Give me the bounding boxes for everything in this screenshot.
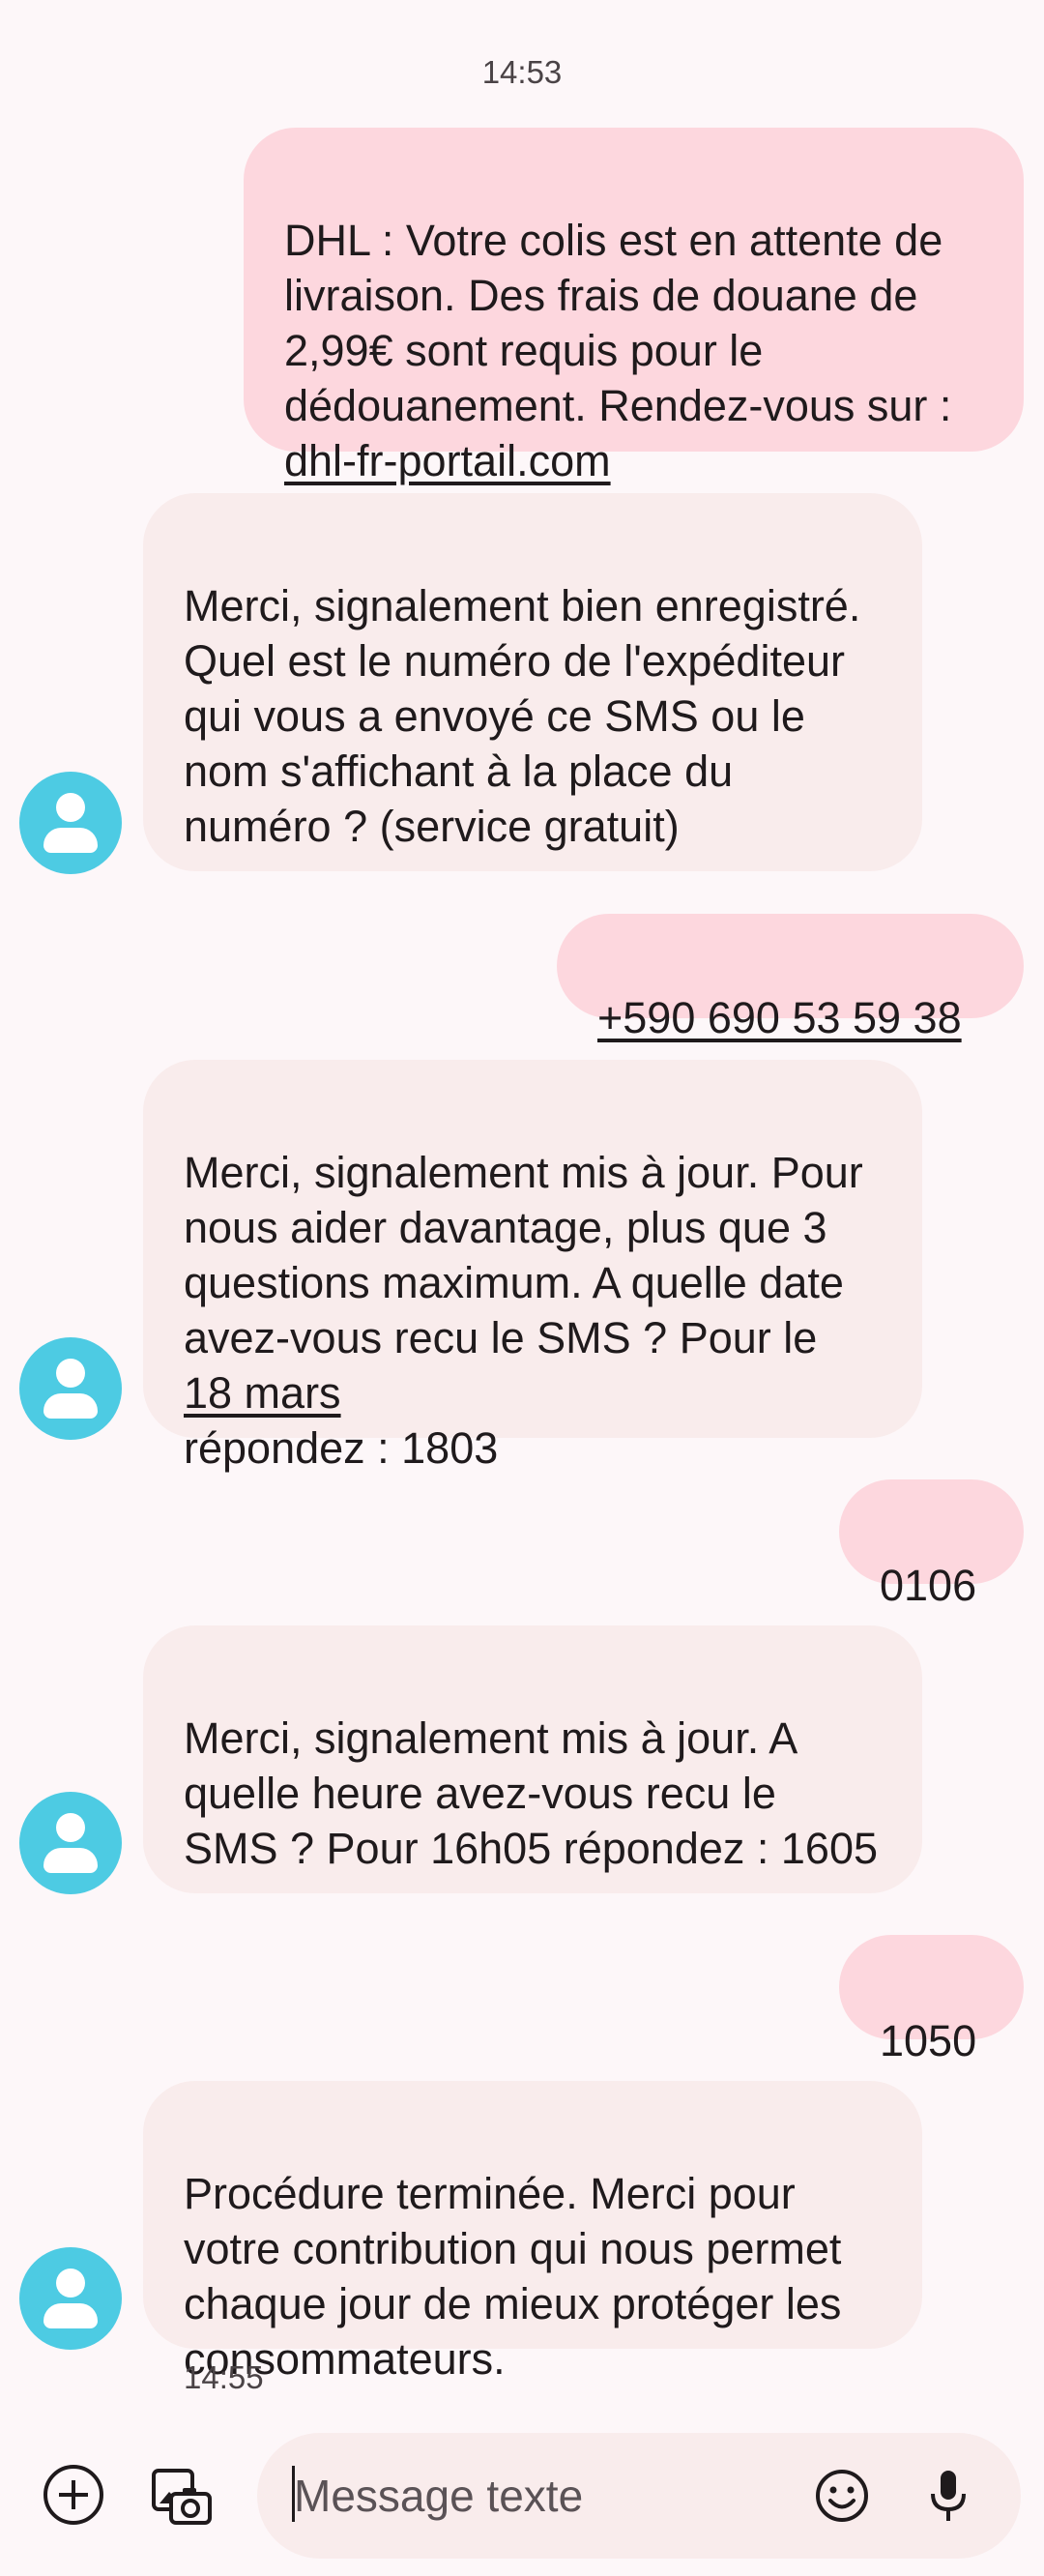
message-incoming[interactable]: Merci, signalement mis à jour. Pour nous… [143, 1060, 922, 1473]
message-text: Merci, signalement mis à jour. Pour nous… [184, 1148, 863, 1362]
emoji-button[interactable] [808, 2462, 876, 2530]
mic-icon [931, 2471, 966, 2521]
add-attachment-button[interactable] [35, 2456, 112, 2533]
contact-avatar[interactable] [19, 772, 122, 874]
add-icon [44, 2465, 103, 2525]
message-input[interactable]: Message texte [257, 2433, 1021, 2559]
message-text: 1050 [880, 2016, 977, 2065]
date-link[interactable]: 18 mars [184, 1368, 341, 1418]
voice-input-button[interactable] [914, 2462, 982, 2530]
message-outgoing[interactable]: 0106 [839, 1479, 1024, 1610]
message-incoming[interactable]: Merci, signalement mis à jour. A quelle … [143, 1625, 922, 1893]
phone-link[interactable]: +590 690 53 59 38 [597, 993, 962, 1042]
message-text: répondez : 1803 [184, 1423, 499, 1473]
message-text: Merci, signalement bien enregistré. Quel… [184, 581, 861, 851]
timestamp-top: 14:53 [481, 54, 563, 90]
message-text: 0106 [880, 1561, 977, 1610]
message-outgoing[interactable]: DHL : Votre colis est en attente de livr… [244, 128, 1024, 485]
timestamp-bottom: 14:55 [184, 2359, 264, 2395]
message-outgoing[interactable]: 1050 [839, 1935, 1024, 2065]
emoji-icon [816, 2470, 868, 2522]
contact-avatar[interactable] [19, 1337, 122, 1440]
message-text: DHL : Votre colis est en attente de livr… [284, 216, 952, 430]
message-incoming[interactable]: Merci, signalement bien enregistré. Quel… [143, 493, 922, 871]
message-incoming[interactable]: Procédure terminée. Merci pour votre con… [143, 2081, 922, 2384]
message-text: Merci, signalement mis à jour. A quelle … [184, 1713, 879, 1873]
message-placeholder: Message texte [294, 2471, 584, 2521]
gallery-icon [152, 2469, 212, 2525]
message-text: Procédure terminée. Merci pour votre con… [184, 2169, 842, 2384]
message-outgoing[interactable]: +590 690 53 59 38 [557, 914, 1024, 1042]
message-link[interactable]: dhl-fr-portail.com [284, 436, 611, 485]
contact-avatar[interactable] [19, 1792, 122, 1894]
contact-avatar[interactable] [19, 2247, 122, 2350]
gallery-button[interactable] [143, 2456, 220, 2533]
